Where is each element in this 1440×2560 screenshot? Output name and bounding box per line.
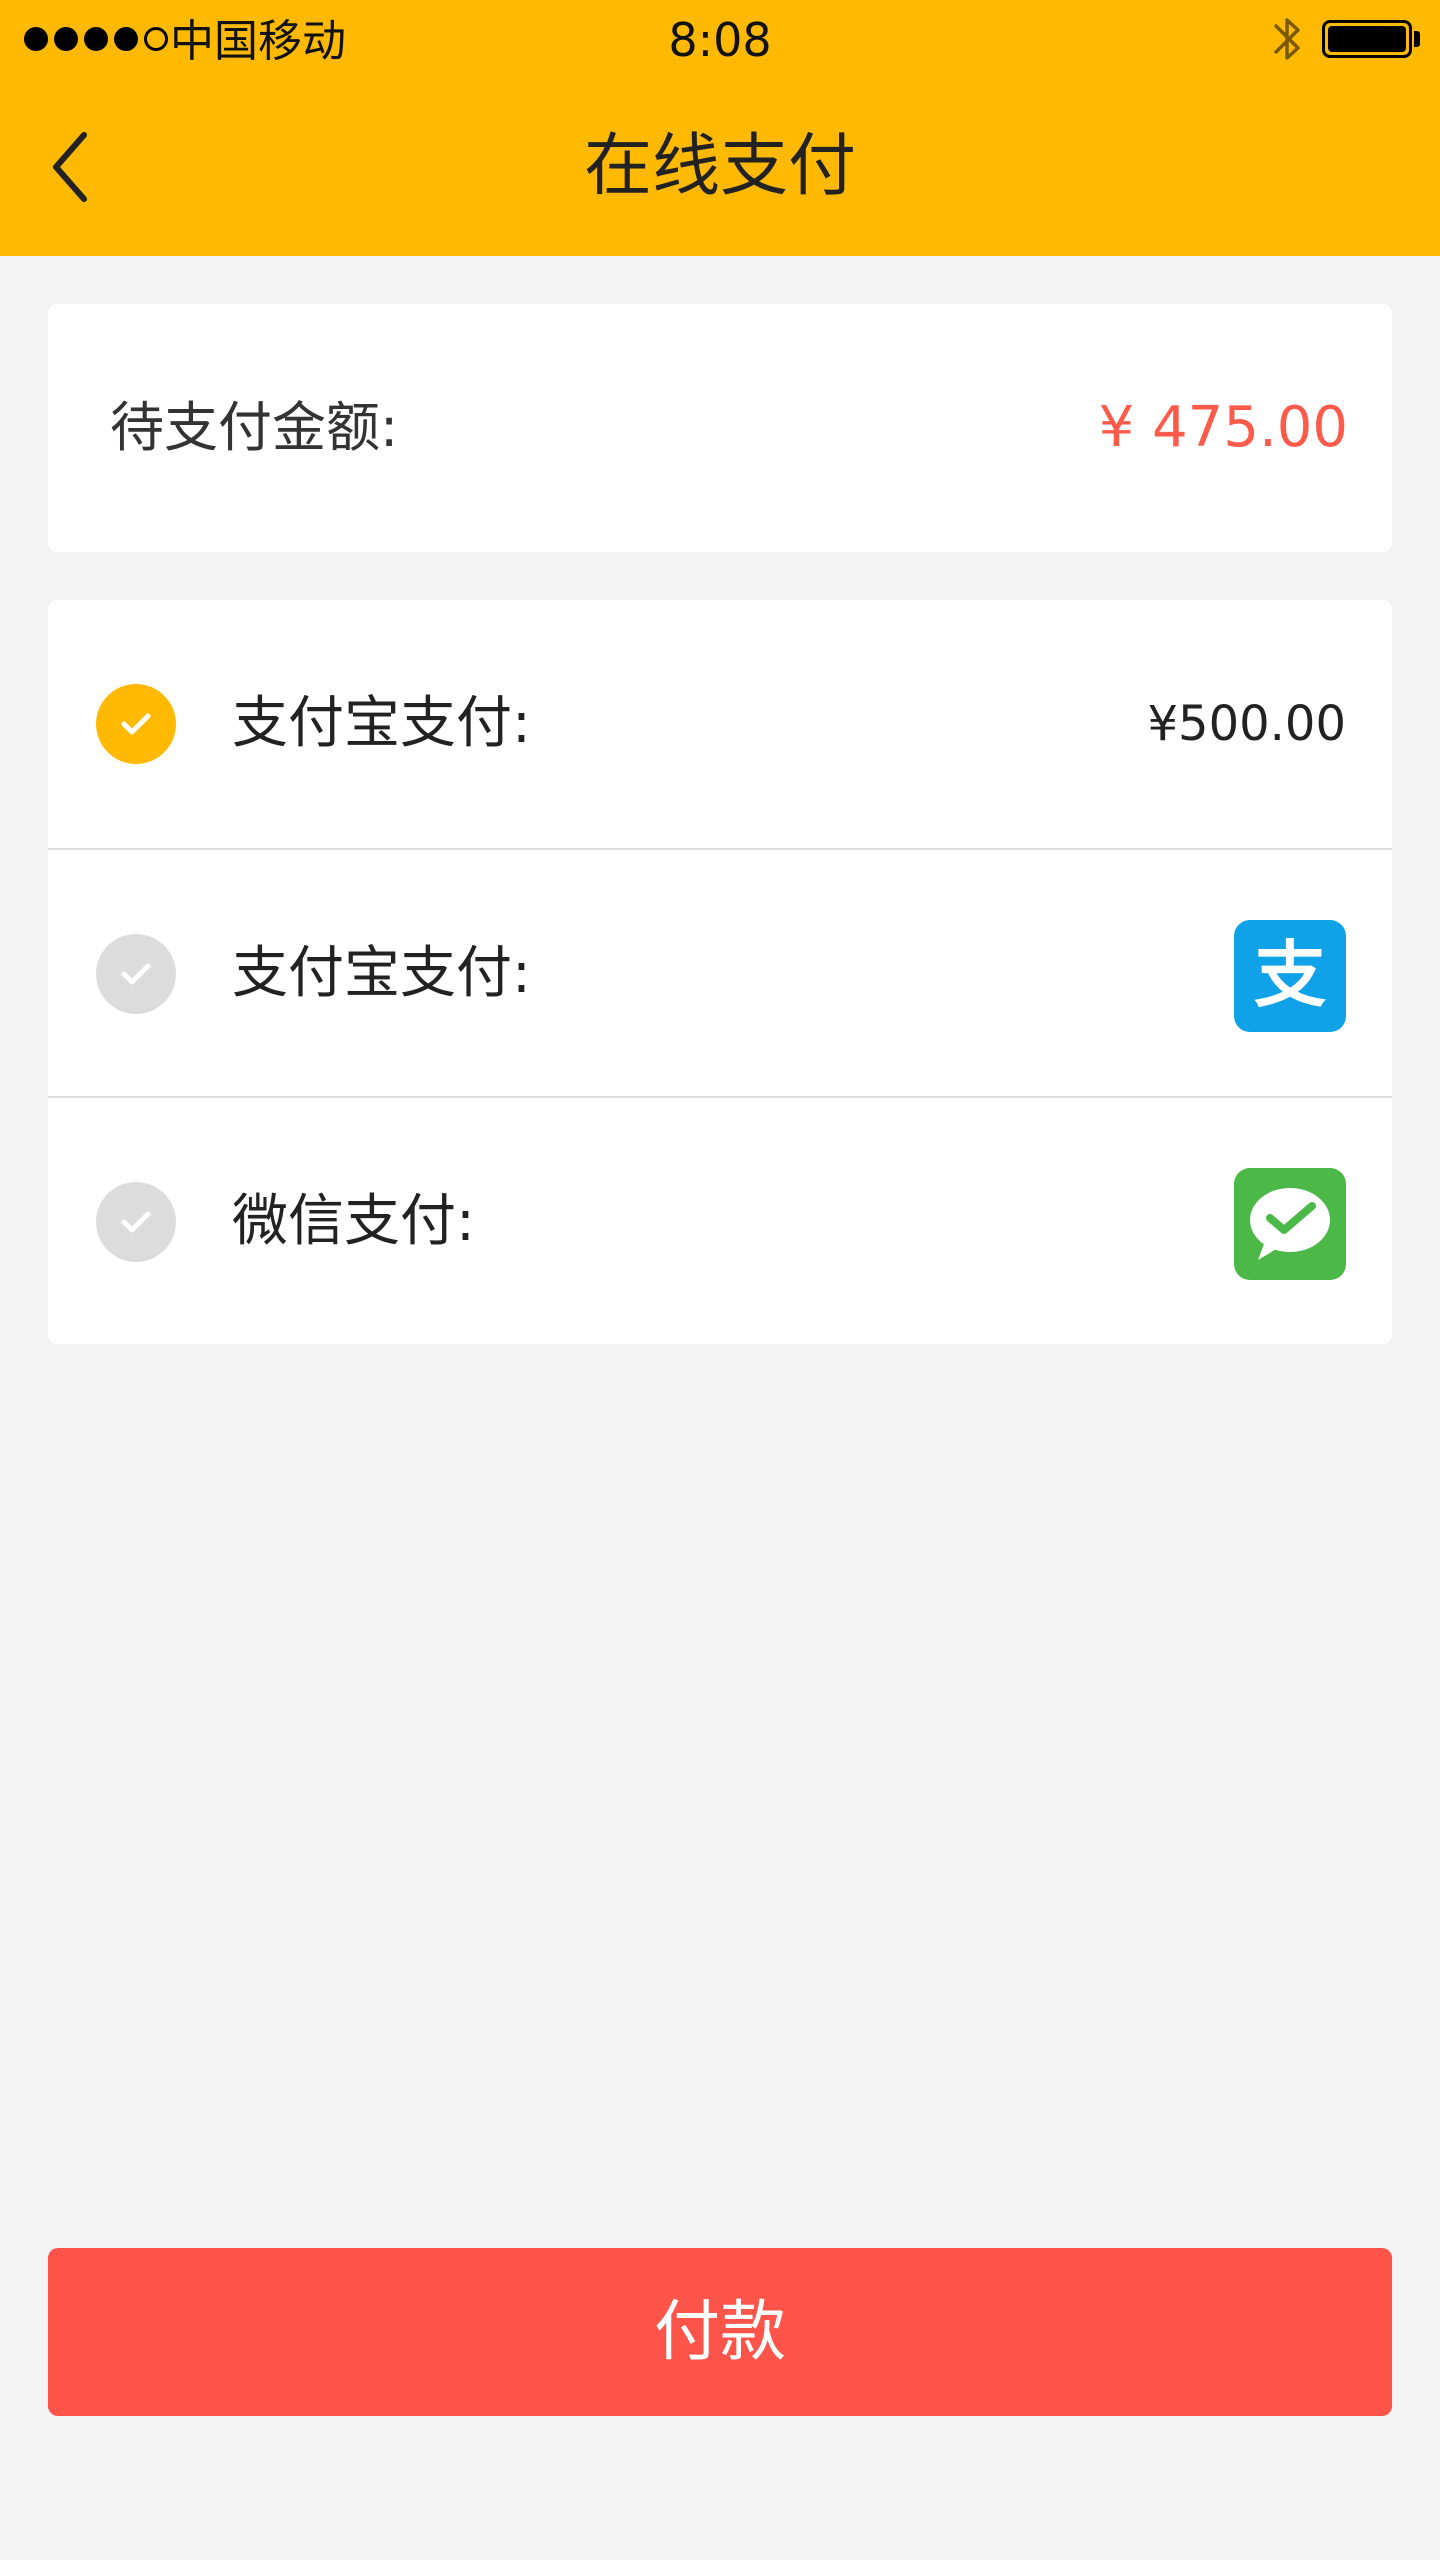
signal-strength-icon [24,27,168,51]
svg-text:支: 支 [1254,933,1326,1017]
page-title: 在线支付 [583,127,856,206]
payment-method-balance[interactable]: 支付宝支付: ¥500.00 [48,600,1392,848]
amount-due-label: 待支付金额: [110,396,399,459]
bluetooth-icon [1274,18,1300,60]
back-button[interactable] [30,122,110,212]
battery-icon [1322,20,1412,58]
status-time: 8:08 [668,13,772,67]
radio-unselected[interactable] [96,1182,176,1262]
status-bar: 中国移动 8:08 [0,0,1440,80]
payment-method-alipay[interactable]: 支付宝支付: 支 [48,848,1392,1096]
battery-cap [1414,31,1420,47]
payment-method-amount: ¥500.00 [1147,696,1347,752]
app-header: 中国移动 8:08 在线支付 [0,0,1440,256]
payment-methods-list: 支付宝支付: ¥500.00 支付宝支付: 支 微信支付: [48,600,1392,1344]
amount-due-card: 待支付金额: ¥ 475.00 [48,304,1392,552]
payment-method-wechat[interactable]: 微信支付: [48,1096,1392,1344]
check-icon [121,713,151,735]
radio-unselected[interactable] [96,934,176,1014]
payment-method-label: 支付宝支付: [232,691,531,756]
check-icon [121,1211,151,1233]
amount-due-value: ¥ 475.00 [1098,395,1348,460]
chevron-left-icon [53,132,87,202]
radio-selected[interactable] [96,684,176,764]
pay-button[interactable]: 付款 [48,2248,1392,2416]
carrier-name: 中国移动 [170,16,346,67]
payment-method-label: 支付宝支付: [232,941,531,1006]
alipay-logo-icon: 支 [1234,920,1346,1032]
payment-method-label: 微信支付: [232,1189,475,1254]
wechat-pay-logo-icon [1234,1168,1346,1280]
check-icon [121,963,151,985]
